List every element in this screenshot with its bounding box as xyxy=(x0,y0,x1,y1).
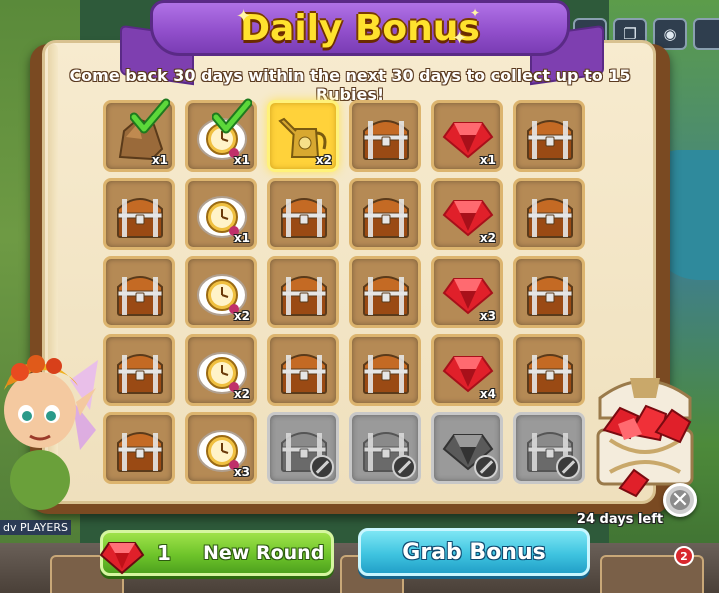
reward-cell[interactable]: x3 xyxy=(185,412,257,484)
sparkle-icon: ✦ xyxy=(470,6,481,20)
ruby-icon xyxy=(99,542,145,575)
reward-quantity: x2 xyxy=(233,387,250,401)
title-ribbon: Daily Bonus xyxy=(150,0,570,56)
locked-icon xyxy=(474,455,498,479)
close-icon: ✕ xyxy=(670,487,690,513)
chest-icon xyxy=(363,198,409,238)
reward-cell[interactable] xyxy=(349,178,421,250)
reward-cell[interactable] xyxy=(103,334,175,406)
reward-quantity: x1 xyxy=(233,153,250,167)
reward-cell[interactable]: x1 xyxy=(185,98,257,172)
chest-icon xyxy=(363,276,409,316)
players-label: dv PLAYERS xyxy=(0,520,71,535)
ruby-cost: 1 xyxy=(157,541,171,565)
chest-icon xyxy=(117,432,163,472)
days-left-label: 24 days left xyxy=(576,512,664,527)
chest-icon xyxy=(117,276,163,316)
reward-quantity: x3 xyxy=(479,309,496,323)
reward-cell[interactable] xyxy=(267,256,339,328)
reward-quantity: x3 xyxy=(233,465,250,479)
chest-icon xyxy=(281,354,327,394)
reward-cell xyxy=(431,412,503,484)
chest-icon xyxy=(117,354,163,394)
notification-badge: 2 xyxy=(674,546,694,566)
chest-icon xyxy=(363,120,409,160)
reward-cell xyxy=(267,412,339,484)
checkmark-icon xyxy=(130,98,170,134)
reward-cell[interactable] xyxy=(349,100,421,172)
page-title: Daily Bonus xyxy=(240,7,480,49)
reward-cell[interactable]: x3 xyxy=(431,256,503,328)
chest-icon xyxy=(527,354,573,394)
reward-cell[interactable] xyxy=(513,334,585,406)
reward-cell[interactable]: x4 xyxy=(431,334,503,406)
reward-cell[interactable]: x2 xyxy=(267,100,339,172)
reward-cell[interactable] xyxy=(103,178,175,250)
reward-cell[interactable] xyxy=(513,256,585,328)
chest-icon xyxy=(117,198,163,238)
reward-cell[interactable] xyxy=(513,178,585,250)
reward-quantity: x2 xyxy=(233,309,250,323)
reward-quantity: x1 xyxy=(479,153,496,167)
reward-cell[interactable] xyxy=(513,100,585,172)
reward-quantity: x4 xyxy=(479,387,496,401)
checkmark-icon xyxy=(212,98,252,134)
reward-quantity: x1 xyxy=(233,231,250,245)
new-round-label: New Round xyxy=(203,542,325,564)
chest-icon xyxy=(281,198,327,238)
toolbar-icon[interactable] xyxy=(693,18,719,50)
new-round-button[interactable]: 1 New Round xyxy=(99,530,334,576)
reward-cell xyxy=(513,412,585,484)
reward-cell[interactable]: x1 xyxy=(103,98,175,172)
chest-icon xyxy=(527,276,573,316)
reward-quantity: x2 xyxy=(479,231,496,245)
reward-cell[interactable]: x2 xyxy=(431,178,503,250)
chest-icon xyxy=(527,120,573,160)
reward-cell[interactable] xyxy=(349,256,421,328)
reward-cell[interactable] xyxy=(103,256,175,328)
chest-icon xyxy=(281,276,327,316)
reward-cell[interactable]: x2 xyxy=(185,334,257,406)
sparkle-icon: ✦ xyxy=(236,6,252,27)
sparkle-icon: ✦ xyxy=(452,28,468,49)
reward-cell[interactable] xyxy=(267,334,339,406)
reward-cell[interactable] xyxy=(267,178,339,250)
chest-icon xyxy=(363,354,409,394)
reward-cell xyxy=(349,412,421,484)
reward-cell[interactable]: x1 xyxy=(431,100,503,172)
reward-cell[interactable]: x2 xyxy=(185,256,257,328)
reward-cell[interactable] xyxy=(103,412,175,484)
reward-cell[interactable]: x1 xyxy=(185,178,257,250)
reward-quantity: x1 xyxy=(151,153,168,167)
chest-icon xyxy=(527,198,573,238)
locked-icon xyxy=(556,455,580,479)
reward-cell[interactable] xyxy=(349,334,421,406)
reward-grid: x1 x1 x2 x1 x1 x2 x2 x3 x2 x4 x3 xyxy=(103,98,591,484)
fairy-character xyxy=(4,355,98,510)
locked-icon xyxy=(310,455,334,479)
locked-icon xyxy=(392,455,416,479)
grab-bonus-button[interactable]: Grab Bonus xyxy=(358,528,590,576)
ruby-chest-icon xyxy=(596,378,694,498)
reward-quantity: x2 xyxy=(315,153,332,167)
